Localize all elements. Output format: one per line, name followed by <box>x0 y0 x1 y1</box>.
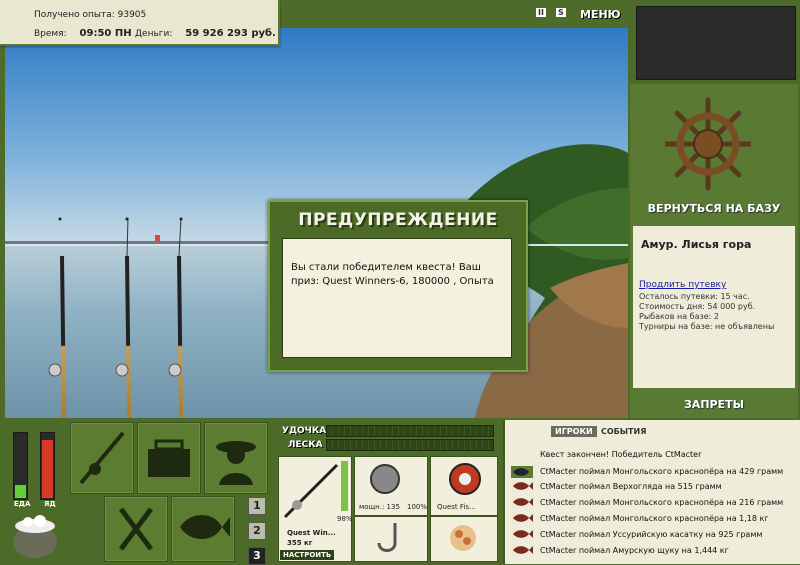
dialog-message: Вы стали победителем квеста! Ваш приз: Q… <box>291 262 494 287</box>
log-line-quest: Квест закончен! Победитель CtMacter <box>540 450 702 459</box>
fish-catch-icon <box>511 529 533 539</box>
rod-slot[interactable]: 98% Quest Win... 355 кг <box>278 456 353 562</box>
food-gauge <box>13 432 28 500</box>
food-tile[interactable] <box>104 496 168 562</box>
ship-wheel-icon[interactable] <box>663 96 753 192</box>
rod-icon <box>79 431 125 485</box>
page-button-3[interactable]: 3 <box>248 547 266 565</box>
tournaments-info: Турниры на базе: не объявлены <box>639 322 775 331</box>
fish-catch-icon <box>511 545 533 555</box>
location-name: Амур. Лисья гора <box>641 238 752 251</box>
log-line-catch: CtMacter поймал Уссурийскую касатку на 9… <box>540 530 763 539</box>
sound-button[interactable]: S <box>556 8 566 17</box>
dialog-body: Вы стали победителем квеста! Ваш приз: Q… <box>282 238 512 358</box>
poison-gauge <box>40 432 55 500</box>
hook-slot[interactable] <box>354 516 428 562</box>
fisherman-icon <box>216 441 256 485</box>
fish-catch-icon <box>511 497 533 507</box>
cauldron-icon[interactable] <box>8 512 62 560</box>
rods-tile[interactable] <box>70 422 134 494</box>
reel-icon <box>370 464 400 494</box>
line-bar-label: ЛЕСКА <box>288 440 323 450</box>
reel-power: мощн.: 135 <box>359 503 400 511</box>
tab-players[interactable]: ИГРОКИ <box>551 426 597 437</box>
line-name: Quest Fis... <box>437 503 476 511</box>
status-panel: Получено опыта: 93905 Время: 09:50 ПН Де… <box>0 0 280 46</box>
return-to-base-button[interactable]: ВЕРНУТЬСЯ НА БАЗУ <box>630 202 798 215</box>
log-line-catch: CtMacter поймал Амурскую щуку на 1,444 к… <box>540 546 729 555</box>
quest-icon <box>511 449 533 459</box>
time-value: 09:50 ПН <box>79 28 132 39</box>
rod-weight: 355 кг <box>287 539 313 547</box>
event-log: ИГРОКИ СОБЫТИЯ Квест закончен! Победител… <box>503 420 800 564</box>
pause-button[interactable]: II <box>536 8 546 17</box>
top-controls: II S МЕНЮ <box>536 8 622 22</box>
tackle-panel: УДОЧКА ЛЕСКА 98% Quest Win... 355 кг НАС… <box>276 420 499 564</box>
bait-icon <box>450 525 476 551</box>
rod-bar-label: УДОЧКА <box>282 426 327 436</box>
dialog-title: ПРЕДУПРЕЖДЕНИЕ <box>298 210 498 230</box>
fish-catch-icon <box>511 481 533 491</box>
food-gauge-fill <box>15 485 26 498</box>
rod-name: Quest Win... <box>287 529 336 537</box>
extend-trip-link[interactable]: Продлить путевку <box>639 280 726 290</box>
page-button-1[interactable]: 1 <box>248 497 266 515</box>
log-line-catch: CtMacter поймал Монгольского краснопёра … <box>540 467 784 476</box>
line-spool-icon <box>449 463 481 495</box>
rod-percent: 98% <box>337 515 353 523</box>
log-line-catch: CtMacter поймал Монгольского краснопёра … <box>540 514 769 523</box>
food-label: ЕДА <box>14 500 31 508</box>
money-value: 59 926 293 руб. <box>185 28 276 39</box>
fish-icon <box>180 515 230 539</box>
fish-catch-icon <box>511 513 533 523</box>
rod-condition-bar <box>341 461 348 511</box>
character-tile[interactable] <box>204 422 268 494</box>
day-cost: Стоимость дня: 54 000 руб. <box>639 302 756 311</box>
fish-catch-icon <box>511 466 533 478</box>
trip-time-left: Осталось путевки: 15 час. <box>639 292 750 301</box>
location-panel: Амур. Лисья гора Продлить путевку Остало… <box>633 226 795 388</box>
minimap-box <box>636 6 796 80</box>
line-slot[interactable]: Quest Fis... <box>430 456 498 516</box>
warning-dialog: ПРЕДУПРЕЖДЕНИЕ Вы стали победителем квес… <box>268 200 528 372</box>
experience-value: 93905 <box>117 10 147 20</box>
bans-button[interactable]: ЗАПРЕТЫ <box>630 398 798 411</box>
fork-knife-icon <box>119 507 153 551</box>
rod-item-icon <box>283 463 339 519</box>
experience-label: Получено опыта: <box>34 10 115 20</box>
tackle-box-icon <box>148 439 190 477</box>
poison-label: ЯД <box>44 500 56 508</box>
reel-slot[interactable]: мощн.: 135 100% <box>354 456 428 516</box>
money-label: Деньги: <box>135 29 173 39</box>
line-durability-bar <box>326 439 494 451</box>
tab-events[interactable]: СОБЫТИЯ <box>597 426 650 437</box>
time-label: Время: <box>34 29 67 39</box>
tackle-box-tile[interactable] <box>137 422 201 494</box>
log-line-catch: CtMacter поймал Монгольского краснопёра … <box>540 498 784 507</box>
reel-percent: 100% <box>407 503 428 511</box>
setup-button[interactable]: НАСТРОИТЬ <box>280 550 335 560</box>
rod-durability-bar <box>326 425 494 437</box>
fishers-count: Рыбаков на базе: 2 <box>639 312 719 321</box>
log-line-catch: CtMacter поймал Верхогляда на 515 грамм <box>540 482 722 491</box>
menu-button[interactable]: МЕНЮ <box>580 8 621 21</box>
fish-tile[interactable] <box>171 496 235 562</box>
hook-icon <box>377 523 397 552</box>
page-button-2[interactable]: 2 <box>248 522 266 540</box>
bait-slot[interactable] <box>430 516 498 562</box>
poison-gauge-fill <box>42 440 53 498</box>
